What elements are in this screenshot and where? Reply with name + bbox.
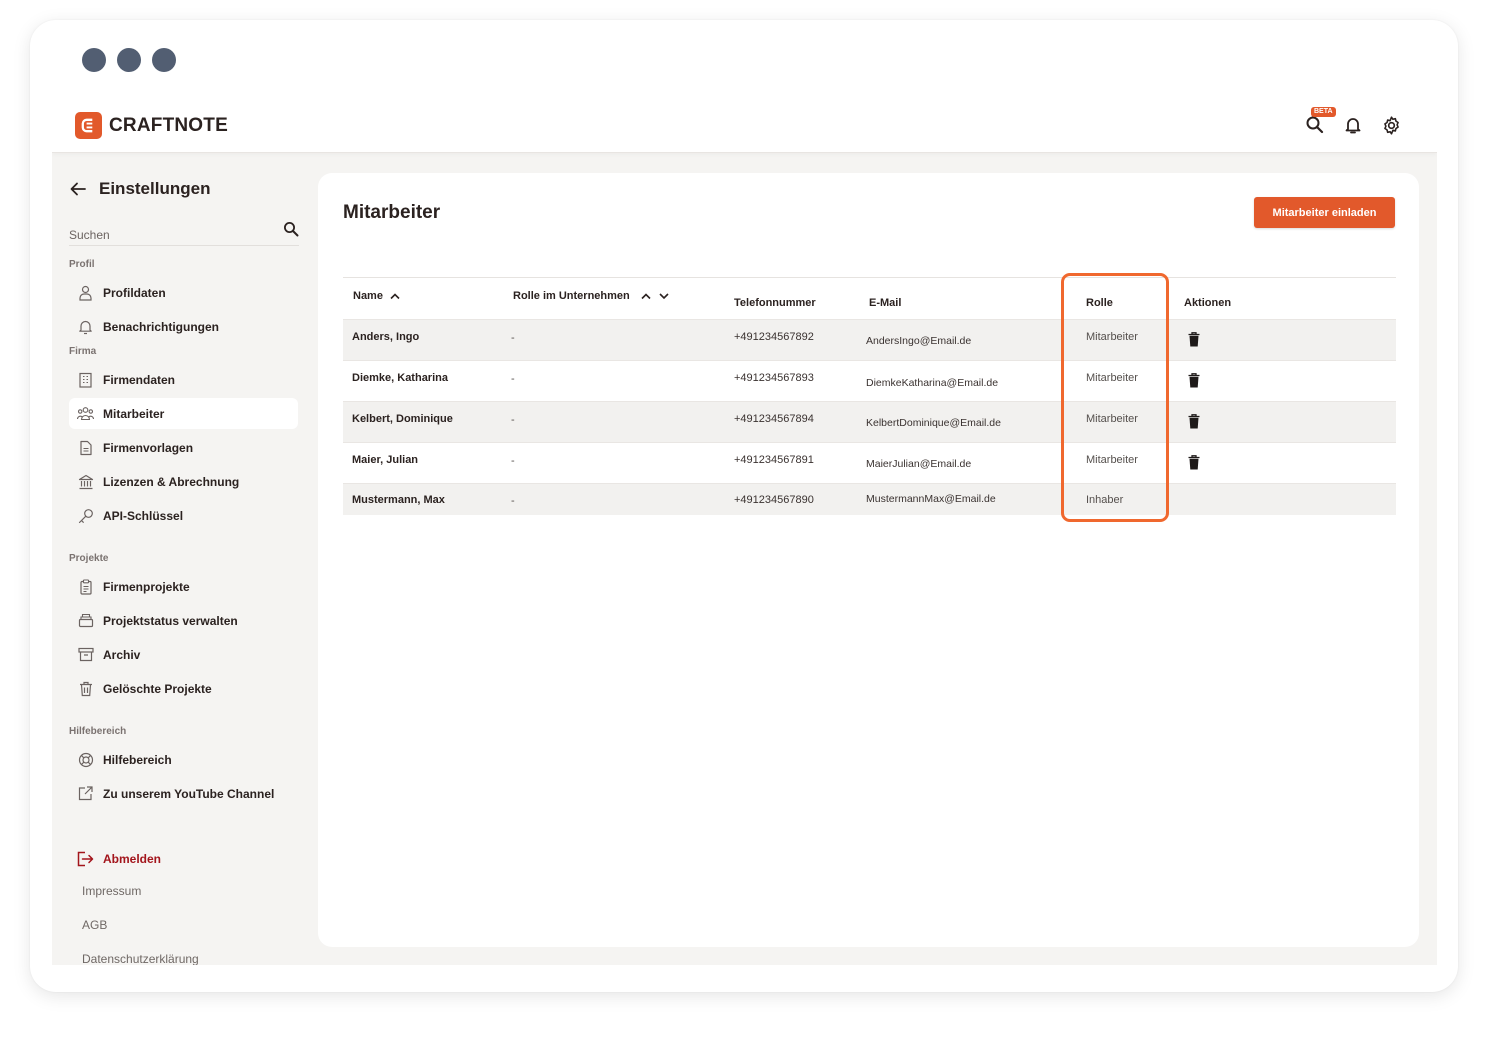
logout-icon [77, 850, 94, 867]
sidebar-item-archiv[interactable]: Archiv [69, 639, 298, 670]
table-row[interactable]: Maier, Julian - +491234567891 MaierJulia… [343, 442, 1396, 483]
sidebar-item-hilfebereich[interactable]: Hilfebereich [69, 744, 298, 775]
document-icon [77, 439, 94, 456]
craftnote-logo-icon [75, 112, 102, 139]
window-controls [82, 48, 176, 72]
table-header: Name Rolle im Unternehmen Telefonnummer … [343, 278, 1396, 319]
sidebar-item-youtube[interactable]: Zu unserem YouTube Channel [69, 778, 298, 809]
sort-up-icon [641, 293, 651, 300]
app: CRAFTNOTE BETA Einstellungen Suchen Prof… [52, 99, 1437, 965]
column-header-rolle-im-unternehmen[interactable]: Rolle im Unternehmen [513, 290, 670, 302]
top-actions: BETA [1303, 107, 1403, 137]
window-dot-minimize[interactable] [117, 48, 141, 72]
delete-icon[interactable] [1188, 414, 1200, 429]
invite-employee-button[interactable]: Mitarbeiter einladen [1254, 197, 1395, 228]
logo-text: CRAFTNOTE [109, 114, 228, 136]
team-icon [77, 405, 94, 422]
logout-button[interactable]: Abmelden [69, 843, 298, 874]
rolle-column-highlight [1061, 273, 1169, 522]
clipboard-icon [77, 578, 94, 595]
table-row[interactable]: Mustermann, Max - +491234567890 Musterma… [343, 483, 1396, 515]
stack-icon [77, 612, 94, 629]
search-placeholder: Suchen [69, 228, 110, 242]
sidebar-item-firmenprojekte[interactable]: Firmenprojekte [69, 571, 298, 602]
sidebar-item-projektstatus[interactable]: Projektstatus verwalten [69, 605, 298, 636]
delete-icon[interactable] [1188, 373, 1200, 388]
window-dot-maximize[interactable] [152, 48, 176, 72]
delete-icon[interactable] [1188, 332, 1200, 347]
column-header-telefon: Telefonnummer [734, 297, 816, 309]
building-icon [77, 371, 94, 388]
back-to-app[interactable]: Einstellungen [70, 179, 210, 199]
page-title: Mitarbeiter [343, 202, 441, 223]
settings-button[interactable] [1379, 113, 1403, 137]
sidebar-item-benachrichtigungen[interactable]: Benachrichtigungen [69, 311, 298, 342]
browser-window: CRAFTNOTE BETA Einstellungen Suchen Prof… [30, 20, 1458, 992]
window-dot-close[interactable] [82, 48, 106, 72]
search-icon [284, 222, 299, 237]
sort-down-icon [659, 293, 669, 300]
logo[interactable]: CRAFTNOTE [75, 112, 228, 139]
section-label-hilfe: Hilfebereich [69, 726, 127, 737]
bank-icon [77, 473, 94, 490]
table-row[interactable]: Anders, Ingo - +491234567892 AndersIngo@… [343, 319, 1396, 360]
sidebar-search-input[interactable]: Suchen [69, 217, 299, 246]
sidebar-item-geloeschte-projekte[interactable]: Gelöschte Projekte [69, 673, 298, 704]
external-link-icon [77, 785, 94, 802]
agb-link[interactable]: AGB [82, 918, 107, 932]
beta-badge: BETA [1311, 107, 1336, 117]
gear-icon [1383, 115, 1399, 135]
bell-icon [77, 318, 94, 335]
bell-icon [1345, 118, 1361, 134]
table-row[interactable]: Kelbert, Dominique - +491234567894 Kelbe… [343, 401, 1396, 442]
delete-icon[interactable] [1188, 455, 1200, 470]
search-button[interactable]: BETA [1303, 107, 1336, 137]
sidebar-item-api-schluessel[interactable]: API-Schlüssel [69, 500, 298, 531]
table-row[interactable]: Diemke, Katharina - +491234567893 Diemke… [343, 360, 1396, 401]
impressum-link[interactable]: Impressum [82, 884, 141, 898]
section-label-firma: Firma [69, 346, 97, 357]
archive-icon [77, 646, 94, 663]
section-label-profil: Profil [69, 259, 95, 270]
user-icon [77, 284, 94, 301]
main-content: Mitarbeiter Mitarbeiter einladen Name Ro… [318, 173, 1419, 947]
column-header-name[interactable]: Name [353, 290, 401, 302]
sidebar-item-mitarbeiter[interactable]: Mitarbeiter [69, 398, 298, 429]
arrow-left-icon [70, 182, 86, 196]
key-icon [77, 507, 94, 524]
section-label-projekte: Projekte [69, 553, 109, 564]
employees-table: Name Rolle im Unternehmen Telefonnummer … [343, 277, 1396, 515]
column-header-email: E-Mail [869, 297, 902, 309]
sidebar-item-profildaten[interactable]: Profildaten [69, 277, 298, 308]
column-header-aktionen: Aktionen [1184, 297, 1232, 309]
search-icon [1306, 116, 1324, 134]
sidebar-title: Einstellungen [99, 179, 211, 198]
sidebar-item-firmendaten[interactable]: Firmendaten [69, 364, 298, 395]
datenschutz-link[interactable]: Datenschutzerklärung [82, 952, 199, 965]
settings-sidebar: Einstellungen Suchen Profil Profildaten … [52, 153, 317, 965]
top-bar: CRAFTNOTE BETA [52, 99, 1437, 153]
sidebar-item-firmenvorlagen[interactable]: Firmenvorlagen [69, 432, 298, 463]
lifebuoy-icon [77, 751, 94, 768]
notifications-button[interactable] [1341, 113, 1365, 137]
sort-ascending-icon [390, 293, 400, 300]
sidebar-item-lizenzen[interactable]: Lizenzen & Abrechnung [69, 466, 298, 497]
trash-icon [77, 680, 94, 697]
